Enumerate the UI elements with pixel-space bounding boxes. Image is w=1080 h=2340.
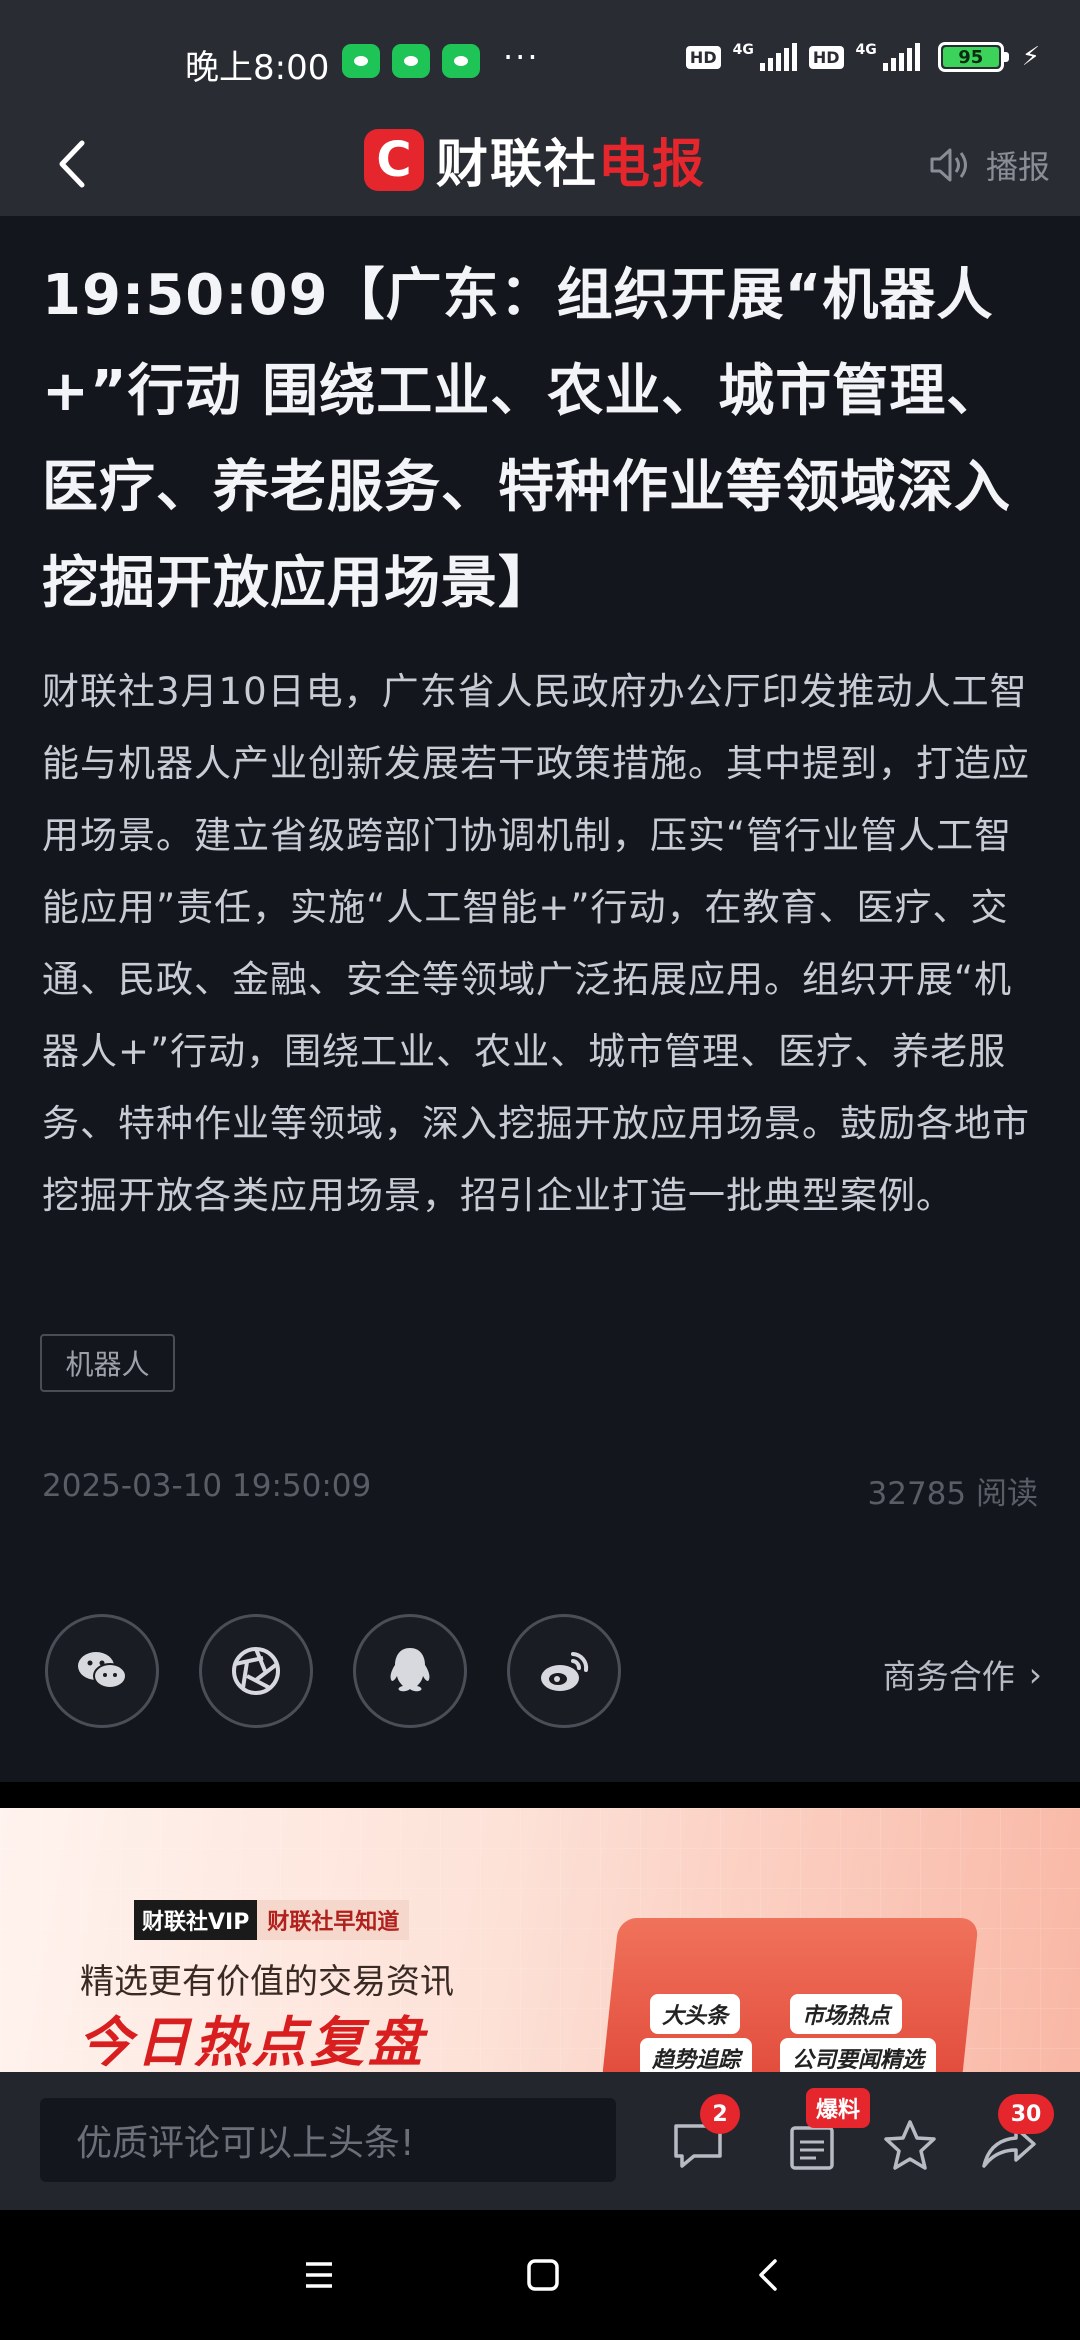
tag-robot[interactable]: 机器人 — [40, 1334, 175, 1392]
back-arrow-icon[interactable] — [42, 134, 102, 194]
banner-chip: 大头条 — [650, 1994, 741, 2034]
chevron-right-icon: › — [1028, 1654, 1042, 1694]
share-weibo-button[interactable] — [507, 1614, 621, 1728]
signal-icon — [882, 43, 920, 71]
comment-bar: 优质评论可以上头条! 2 爆料 30 — [0, 2072, 1080, 2210]
app-logo: C 财联社电报 — [364, 122, 706, 197]
speaker-icon — [930, 148, 967, 182]
share-moments-button[interactable] — [199, 1614, 313, 1728]
banner-subtitle: 精选更有价值的交易资讯 — [80, 1962, 454, 2002]
home-button[interactable] — [518, 2250, 568, 2300]
banner-chip: 市场热点 — [790, 1994, 903, 2034]
share-qq-button[interactable] — [353, 1614, 467, 1728]
comment-count-badge: 2 — [700, 2094, 740, 2134]
share-wechat-button[interactable] — [45, 1614, 159, 1728]
weibo-icon — [541, 1652, 589, 1691]
vip-label: 财联社VIP — [134, 1900, 258, 1940]
wechat-notification-icon — [342, 44, 380, 78]
publish-date: 2025-03-10 19:50:09 — [42, 1468, 372, 1504]
status-indicators: HD 4G HD 4G 95 ⚡ — [685, 42, 1040, 72]
home-square-icon — [527, 2259, 559, 2291]
logo-mark: C — [364, 128, 424, 191]
read-count: 32785 阅读 — [867, 1476, 1038, 1512]
signal-icon — [759, 43, 797, 71]
system-nav-bar — [0, 2210, 1080, 2340]
article-body: 财联社3月10日电，广东省人民政府办公厅印发推动人工智能与机器人产业创新发展若干… — [42, 670, 1030, 1217]
qq-icon — [390, 1648, 430, 1692]
battery-level: 95 — [942, 47, 999, 68]
moments-icon — [232, 1647, 280, 1695]
more-notifications-icon: ··· — [503, 38, 540, 76]
network-type: 4G — [855, 42, 877, 58]
banner-chip: 公司要闻精选 — [780, 2038, 937, 2072]
wechat-icon — [78, 1652, 127, 1689]
banner-title: 今日热点复盘 — [78, 2011, 426, 2072]
tip-off-badge: 爆料 — [806, 2088, 871, 2128]
wechat-notification-icon — [392, 44, 430, 78]
early-news-label: 财联社早知道 — [257, 1900, 410, 1940]
wechat-notification-icon — [442, 44, 480, 78]
share-row — [45, 1614, 621, 1728]
recent-apps-button[interactable] — [294, 2250, 344, 2300]
favorite-button[interactable] — [880, 2116, 940, 2176]
business-label: 商务合作 — [882, 1657, 1015, 1696]
system-back-button[interactable] — [744, 2250, 794, 2300]
banner-chip: 趋势追踪 — [640, 2038, 753, 2072]
hd-icon: HD — [808, 45, 844, 69]
logo-text: 财联社电报 — [436, 135, 707, 195]
top-navbar: C 财联社电报 播报 — [0, 110, 1080, 216]
battery-icon: 95 — [937, 42, 1009, 72]
section-divider — [0, 1782, 1080, 1808]
banner-vip-labels: 财联社VIP 财联社早知道 — [134, 1900, 410, 1940]
menu-icon — [306, 2262, 332, 2288]
broadcast-button[interactable]: 播报 — [928, 142, 1050, 188]
article-headline: 19:50:09【广东：组织开展“机器人+”行动 围绕工业、农业、城市管理、医疗… — [42, 263, 1011, 616]
status-bar: 晚上8:00 ··· HD 4G HD 4G 95 ⚡ — [0, 0, 1080, 110]
broadcast-label: 播报 — [985, 148, 1050, 186]
article: 19:50:09【广东：组织开展“机器人+”行动 围绕工业、农业、城市管理、医疗… — [42, 248, 1038, 1232]
promo-banner[interactable]: 财联社VIP 财联社早知道 精选更有价值的交易资讯 今日热点复盘 大头条 市场热… — [0, 1808, 1080, 2072]
charging-icon: ⚡ — [1021, 42, 1040, 72]
network-type: 4G — [732, 42, 754, 58]
hd-icon: HD — [685, 45, 721, 69]
share-count-badge: 30 — [998, 2094, 1054, 2134]
comment-input[interactable]: 优质评论可以上头条! — [40, 2098, 616, 2182]
status-time: 晚上8:00 — [185, 48, 330, 88]
back-chevron-icon — [759, 2259, 777, 2291]
business-cooperation-link[interactable]: 商务合作 › — [883, 1650, 1042, 1698]
star-icon — [884, 2120, 936, 2170]
